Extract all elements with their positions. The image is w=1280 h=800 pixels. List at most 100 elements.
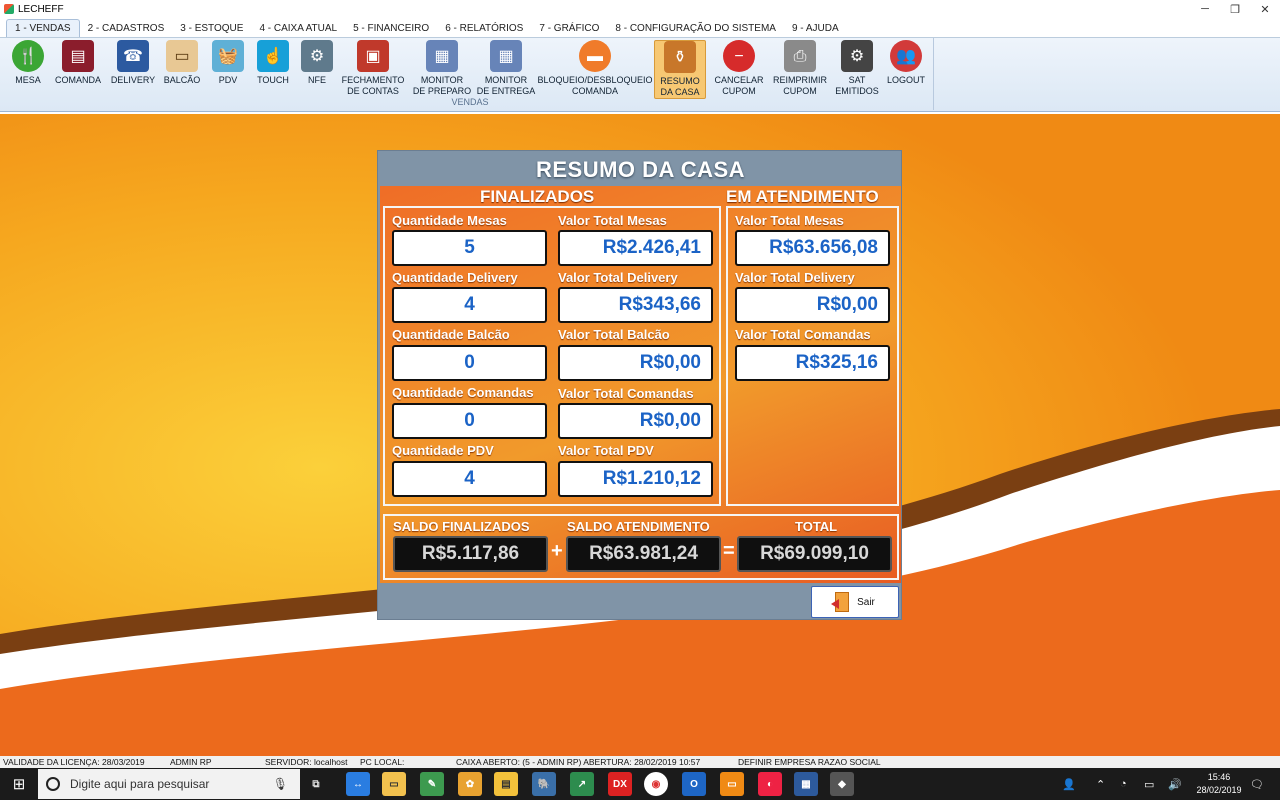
monitor-entrega-label: MONITOR DE ENTREGA: [476, 75, 536, 96]
taskbar-search[interactable]: Digite aqui para pesquisar 🎙: [38, 769, 300, 799]
wifi-icon[interactable]: ◔: [1120, 768, 1127, 800]
menu-bar: 1 - VENDAS 2 - CADASTROS 3 - ESTOQUE 4 -…: [0, 18, 1280, 38]
dx-icon[interactable]: DX: [608, 772, 632, 796]
status-licenca: VALIDADE DA LICENÇA: 28/03/2019: [3, 757, 145, 767]
status-caixa: CAIXA ABERTO: (5 - ADMIN RP) ABERTURA: 2…: [456, 757, 701, 767]
tab-grafico[interactable]: 7 - GRÁFICO: [531, 20, 607, 37]
resumo-casa-label: RESUMO DA CASA: [660, 76, 700, 97]
qtd-comandas-label: Quantidade Comandas: [392, 385, 534, 400]
tab-cadastros[interactable]: 2 - CADASTROS: [80, 20, 173, 37]
volume-icon[interactable]: 🔊: [1168, 768, 1182, 800]
valor-delivery-label: Valor Total Delivery: [558, 270, 678, 285]
tab-ajuda[interactable]: 9 - AJUDA: [784, 20, 847, 37]
reimprimir-cupom-button[interactable]: ⎙ REIMPRIMIR CUPOM: [770, 40, 830, 97]
atendimento-box: Valor Total Mesas R$63.656,08 Valor Tota…: [726, 206, 899, 506]
resumo-casa-button[interactable]: ⚱ RESUMO DA CASA: [654, 40, 706, 99]
outlook-icon[interactable]: O: [682, 772, 706, 796]
fork-knife-icon: 🍴: [12, 40, 44, 72]
sat-emitidos-label: SAT EMITIDOS: [835, 75, 879, 96]
ribbon: 🍴 MESA ▤ COMANDA ☎ DELIVERY ▭ BALCÃO 🧺 P…: [0, 38, 1280, 112]
qtd-mesas-field: 5: [392, 230, 547, 266]
pdv-label: PDV: [218, 75, 238, 85]
balcao-button[interactable]: ▭ BALCÃO: [160, 40, 204, 86]
touch-screen-icon: ☝: [257, 40, 289, 72]
lecheff-taskbar-icon[interactable]: ◆: [830, 772, 854, 796]
valor-comandas-field: R$0,00: [558, 403, 713, 439]
monitor-preparo-button[interactable]: ▦ MONITOR DE PREPARO: [412, 40, 472, 97]
status-pc: PC LOCAL:: [360, 757, 405, 767]
total-label: TOTAL: [795, 519, 838, 534]
fechamento-contas-button[interactable]: ▣ FECHAMENTO DE CONTAS: [340, 40, 406, 97]
dialog-title: RESUMO DA CASA: [535, 157, 746, 182]
valor-comandas-label: Valor Total Comandas: [558, 386, 694, 401]
mesa-button[interactable]: 🍴 MESA: [8, 40, 48, 86]
saldo-finalizados-field: R$5.117,86: [393, 536, 548, 572]
microphone-icon[interactable]: 🎙: [273, 777, 288, 791]
window-title: LECHEFF: [18, 3, 64, 15]
tab-estoque[interactable]: 3 - ESTOQUE: [172, 20, 251, 37]
taskbar-clock[interactable]: 15:46 28/02/2019: [1195, 771, 1243, 797]
qtd-balcao-field: 0: [392, 345, 547, 381]
teamviewer-icon[interactable]: ↔: [346, 772, 370, 796]
clock-date: 28/02/2019: [1196, 785, 1242, 795]
printer-icon: ⎙: [784, 40, 816, 72]
cortana-icon: [46, 777, 60, 791]
register-icon: ▣: [357, 40, 389, 72]
app-icon-4[interactable]: ▭: [720, 772, 744, 796]
minimize-button[interactable]: ─: [1190, 3, 1220, 16]
app-icon-3[interactable]: ↗: [570, 772, 594, 796]
close-button[interactable]: ✕: [1250, 3, 1280, 16]
totals-box: SALDO FINALIZADOS SALDO ATENDIMENTO TOTA…: [383, 514, 899, 580]
valor-pdv-field: R$1.210,12: [558, 461, 713, 497]
notifications-icon[interactable]: 🗨: [1250, 768, 1264, 800]
atend-mesas-label: Valor Total Mesas: [735, 213, 844, 228]
qtd-mesas-label: Quantidade Mesas: [392, 213, 507, 228]
bloqueio-comanda-button[interactable]: ▬ BLOQUEIO/DESBLOQUEIO COMANDA: [537, 40, 653, 97]
comanda-button[interactable]: ▤ COMANDA: [52, 40, 104, 86]
cancelar-cupom-button[interactable]: − CANCELAR CUPOM: [712, 40, 766, 97]
sat-emitidos-button[interactable]: ⚙ SAT EMITIDOS: [834, 40, 880, 97]
delivery-button[interactable]: ☎ DELIVERY: [110, 40, 156, 86]
tab-financeiro[interactable]: 5 - FINANCEIRO: [345, 20, 437, 37]
atend-mesas-field: R$63.656,08: [735, 230, 890, 266]
monitor-entrega-button[interactable]: ▦ MONITOR DE ENTREGA: [476, 40, 536, 97]
sair-button[interactable]: Sair: [811, 586, 899, 618]
touch-button[interactable]: ☝ TOUCH: [252, 40, 294, 86]
app-icon-5[interactable]: ◐: [758, 772, 782, 796]
maximize-button[interactable]: ❐: [1220, 3, 1250, 16]
battery-icon[interactable]: ▭: [1144, 768, 1154, 800]
pdv-button[interactable]: 🧺 PDV: [210, 40, 246, 86]
comanda-icon: ▤: [62, 40, 94, 72]
logout-button[interactable]: 👥 LOGOUT: [884, 40, 928, 86]
start-button[interactable]: ⊞: [0, 768, 38, 800]
tab-caixa-atual[interactable]: 4 - CAIXA ATUAL: [251, 20, 345, 37]
monitor-preparo-label: MONITOR DE PREPARO: [412, 75, 472, 96]
balcao-label: BALCÃO: [163, 75, 201, 85]
atend-delivery-label: Valor Total Delivery: [735, 270, 855, 285]
app-icon-6[interactable]: ▦: [794, 772, 818, 796]
notepad-icon[interactable]: ✎: [420, 772, 444, 796]
status-servidor: SERVIDOR: localhost: [265, 757, 348, 767]
phone-icon: ☎: [117, 40, 149, 72]
mesa-label: MESA: [15, 75, 41, 85]
app-icon-2[interactable]: ▤: [494, 772, 518, 796]
pgadmin-icon[interactable]: 🐘: [532, 772, 556, 796]
saldo-atendimento-label: SALDO ATENDIMENTO: [567, 519, 710, 534]
tab-relatorios[interactable]: 6 - RELATÓRIOS: [437, 20, 531, 37]
task-view-icon[interactable]: ⧉: [304, 772, 328, 796]
comanda-label: COMANDA: [54, 75, 101, 85]
nfe-button[interactable]: ⚙ NFE: [300, 40, 334, 86]
tab-configuracao[interactable]: 8 - CONFIGURAÇÃO DO SISTEMA: [607, 20, 784, 37]
app-icon-1[interactable]: ✿: [458, 772, 482, 796]
ribbon-group-vendas: 🍴 MESA ▤ COMANDA ☎ DELIVERY ▭ BALCÃO 🧺 P…: [6, 38, 934, 110]
people-icon[interactable]: 👤: [1062, 768, 1076, 800]
tab-vendas[interactable]: 1 - VENDAS: [6, 19, 80, 37]
chrome-icon[interactable]: ◉: [644, 772, 668, 796]
plus-sign: +: [551, 540, 563, 562]
monitor-prep-icon: ▦: [426, 40, 458, 72]
chevron-up-icon[interactable]: ⌃: [1096, 768, 1105, 800]
finalizados-box: Quantidade Mesas Valor Total Mesas 5 R$2…: [383, 206, 721, 506]
valor-balcao-label: Valor Total Balcão: [558, 327, 670, 342]
resumo-casa-dialog: RESUMO DA CASA FINALIZADOS EM ATENDIMENT…: [377, 150, 902, 620]
file-explorer-icon[interactable]: ▭: [382, 772, 406, 796]
